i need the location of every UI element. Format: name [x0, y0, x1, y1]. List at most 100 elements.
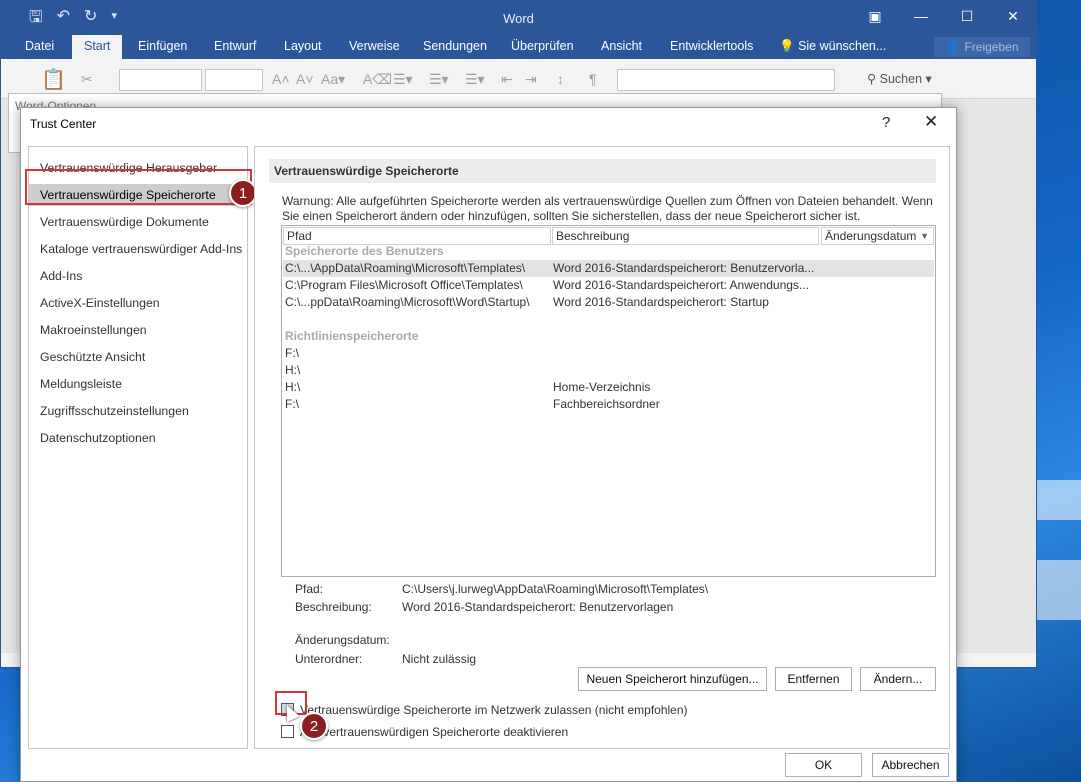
detail-subfolders-label: Unterordner:: [295, 652, 363, 666]
minimize-icon[interactable]: —: [898, 1, 944, 31]
list-item[interactable]: H:\: [283, 362, 934, 379]
list-item[interactable]: F:\ Fachbereichsordner: [283, 396, 934, 413]
list-item[interactable]: F:\: [283, 345, 934, 362]
tab-ansicht[interactable]: Ansicht: [601, 39, 642, 53]
remove-button[interactable]: Entfernen: [775, 667, 852, 691]
list-item[interactable]: C:\...ppData\Roaming\Microsoft\Word\Star…: [283, 294, 934, 311]
tell-me-box[interactable]: 💡 Sie wünschen...: [779, 39, 886, 54]
nav-item-activex[interactable]: ActiveX-Einstellungen: [29, 292, 247, 314]
nav-item-macros[interactable]: Makroeinstellungen: [29, 319, 247, 341]
shrink-font-icon[interactable]: A˅: [296, 71, 314, 87]
help-button[interactable]: ?: [882, 114, 890, 131]
nav-item-privacy[interactable]: Datenschutzoptionen: [29, 427, 247, 449]
cut-icon[interactable]: ✂: [81, 71, 93, 88]
search-icon: ⚲: [867, 72, 877, 86]
ok-button[interactable]: OK: [785, 753, 862, 777]
ribbon-tab-bar: Datei Start Einfügen Entwurf Layout Verw…: [1, 35, 1036, 59]
trust-center-dialog: Trust Center ? ✕ Vertrauenswürdige Herau…: [20, 107, 957, 782]
window-controls: ▣ — ☐ ✕: [852, 1, 1036, 31]
tab-datei[interactable]: Datei: [25, 39, 54, 53]
allow-network-label[interactable]: Vertrauenswürdige Speicherorte im Netzwe…: [300, 703, 688, 717]
group-header-policy: Richtlinienspeicherorte: [285, 329, 419, 343]
multilevel-list-icon[interactable]: ☰▾: [465, 71, 485, 88]
sort-icon[interactable]: ↕: [557, 71, 564, 87]
change-button[interactable]: Ändern...: [860, 667, 936, 691]
paste-icon[interactable]: 📋: [41, 67, 66, 92]
list-item[interactable]: C:\...\AppData\Roaming\Microsoft\Templat…: [283, 260, 934, 277]
row-path: C:\...ppData\Roaming\Microsoft\Word\Star…: [285, 295, 530, 309]
detail-path-label: Pfad:: [295, 582, 324, 596]
detail-description-label: Beschreibung:: [295, 600, 372, 614]
section-title: Vertrauenswürdige Speicherorte: [269, 159, 936, 183]
row-path: C:\Program Files\Microsoft Office\Templa…: [285, 278, 523, 292]
row-path: F:\: [285, 397, 299, 411]
list-item[interactable]: C:\Program Files\Microsoft Office\Templa…: [283, 277, 934, 294]
row-description: Fachbereichsordner: [553, 397, 660, 411]
title-bar: 🖫 ↶ ↻ ▾ Word ▣ — ☐ ✕: [1, 1, 1036, 35]
tab-einfuegen[interactable]: Einfügen: [138, 39, 187, 53]
dialog-close-button[interactable]: ✕: [924, 112, 938, 132]
ribbon-display-icon[interactable]: ▣: [852, 1, 898, 31]
group-header-user: Speicherorte des Benutzers: [285, 244, 444, 258]
nav-item-addins[interactable]: Add-Ins: [29, 265, 247, 287]
cancel-button[interactable]: Abbrechen: [872, 753, 949, 777]
tab-entwicklertools[interactable]: Entwicklertools: [670, 39, 753, 53]
row-path: H:\: [285, 380, 301, 394]
find-button[interactable]: ⚲ Suchen ▾: [867, 71, 932, 86]
clear-formatting-icon[interactable]: A⌫: [363, 71, 392, 88]
bullets-icon[interactable]: ☰▾: [393, 71, 413, 88]
row-description: Word 2016-Standardspeicherort: Benutzerv…: [553, 261, 815, 275]
font-name-box[interactable]: [119, 69, 202, 91]
tab-entwurf[interactable]: Entwurf: [214, 39, 256, 53]
tab-verweise[interactable]: Verweise: [349, 39, 400, 53]
step-badge-2: 2: [300, 712, 328, 740]
column-header-path[interactable]: Pfad: [283, 227, 551, 245]
row-description: Word 2016-Standardspeicherort: Startup: [553, 295, 769, 309]
decrease-indent-icon[interactable]: ⇤: [501, 71, 513, 88]
warning-text: Warnung: Alle aufgeführten Speicherorte …: [282, 194, 933, 223]
find-label: Suchen: [879, 72, 923, 86]
tab-layout[interactable]: Layout: [284, 39, 322, 53]
detail-date-label: Änderungsdatum:: [295, 633, 390, 647]
detail-description-value: Word 2016-Standardspeicherort: Benutzerv…: [402, 600, 674, 614]
row-path: C:\...\AppData\Roaming\Microsoft\Templat…: [285, 261, 526, 275]
styles-gallery[interactable]: [617, 69, 835, 91]
share-label: Freigeben: [964, 40, 1019, 54]
row-path: F:\: [285, 346, 299, 360]
highlight-box-1: [25, 169, 252, 205]
maximize-icon[interactable]: ☐: [944, 1, 990, 31]
tab-ueberpruefen[interactable]: Überprüfen: [511, 39, 574, 53]
increase-indent-icon[interactable]: ⇥: [525, 71, 537, 88]
grow-font-icon[interactable]: A˄: [272, 71, 290, 87]
numbering-icon[interactable]: ☰▾: [429, 71, 449, 88]
font-size-box[interactable]: [205, 69, 263, 91]
column-header-date[interactable]: Änderungsdatum ▼: [821, 227, 934, 245]
nav-item-protected-view[interactable]: Geschützte Ansicht: [29, 346, 247, 368]
lightbulb-icon: 💡: [779, 39, 795, 53]
nav-item-trusted-addin-catalogs[interactable]: Kataloge vertrauenswürdiger Add-Ins: [29, 238, 247, 260]
pilcrow-icon[interactable]: ¶: [589, 71, 597, 87]
trusted-locations-panel: Vertrauenswürdige Speicherorte Warnung: …: [254, 146, 950, 749]
add-location-button[interactable]: Neuen Speicherort hinzufügen...: [578, 667, 767, 691]
row-path: H:\: [285, 363, 301, 377]
locations-list[interactable]: Pfad Beschreibung Änderungsdatum ▼ Speich…: [281, 225, 936, 577]
column-header-description[interactable]: Beschreibung: [552, 227, 819, 245]
tab-start[interactable]: Start: [72, 35, 123, 59]
row-description: Word 2016-Standardspeicherort: Anwendung…: [553, 278, 809, 292]
disable-all-checkbox[interactable]: [281, 725, 294, 738]
share-button[interactable]: 👤 Freigeben: [934, 37, 1030, 57]
disable-all-label[interactable]: Alle vertrauenswürdigen Speicherorte dea…: [300, 725, 568, 739]
sort-arrow-icon: ▼: [920, 231, 929, 241]
detail-subfolders-value: Nicht zulässig: [402, 652, 477, 666]
change-case-icon[interactable]: Aa▾: [321, 71, 345, 88]
category-nav: Vertrauenswürdige Herausgeber Vertrauens…: [28, 146, 248, 749]
tab-sendungen[interactable]: Sendungen: [423, 39, 487, 53]
nav-item-trusted-documents[interactable]: Vertrauenswürdige Dokumente: [29, 211, 247, 233]
list-item[interactable]: H:\ Home-Verzeichnis: [283, 379, 934, 396]
nav-item-message-bar[interactable]: Meldungsleiste: [29, 373, 247, 395]
nav-item-file-block[interactable]: Zugriffsschutzeinstellungen: [29, 400, 247, 422]
detail-path-value: C:\Users\j.lurweg\AppData\Roaming\Micros…: [402, 582, 709, 596]
person-icon: 👤: [945, 40, 961, 54]
date-header-label: Änderungsdatum: [825, 229, 917, 243]
window-close-icon[interactable]: ✕: [990, 1, 1036, 31]
